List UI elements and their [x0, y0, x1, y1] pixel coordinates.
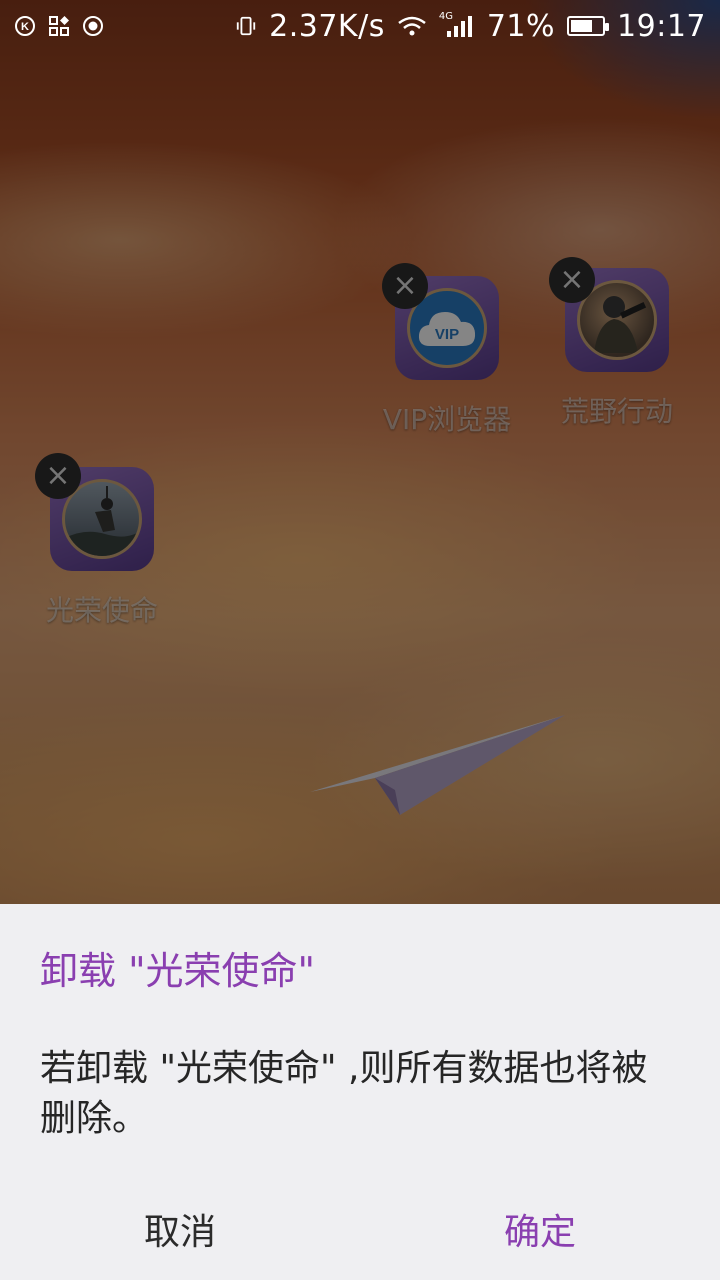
signal-icon: 4G	[439, 11, 475, 37]
dialog-title: 卸载 "光荣使命"	[40, 949, 316, 993]
status-bar: K 2.37K/s 4G 71% 19:17	[0, 0, 720, 52]
net-speed: 2.37K/s	[269, 8, 385, 44]
network-type: 4G	[438, 11, 453, 22]
record-icon	[82, 15, 104, 37]
vibrate-icon	[235, 15, 257, 37]
app-grid-icon	[48, 15, 70, 37]
uninstall-dialog: 卸载 "光荣使命" 若卸载 "光荣使命" ,则所有数据也将被删除。 取消 确定	[0, 904, 720, 1280]
confirm-button[interactable]: 确定	[360, 1196, 720, 1262]
svg-text:K: K	[21, 21, 29, 33]
dialog-message: 若卸载 "光荣使命" ,则所有数据也将被删除。	[40, 1048, 648, 1139]
battery-icon	[567, 16, 610, 36]
cancel-button[interactable]: 取消	[0, 1196, 360, 1262]
clock: 19:17	[617, 8, 706, 44]
k-icon: K	[14, 15, 36, 37]
wifi-icon	[397, 15, 427, 37]
battery-percent: 71%	[486, 8, 556, 44]
